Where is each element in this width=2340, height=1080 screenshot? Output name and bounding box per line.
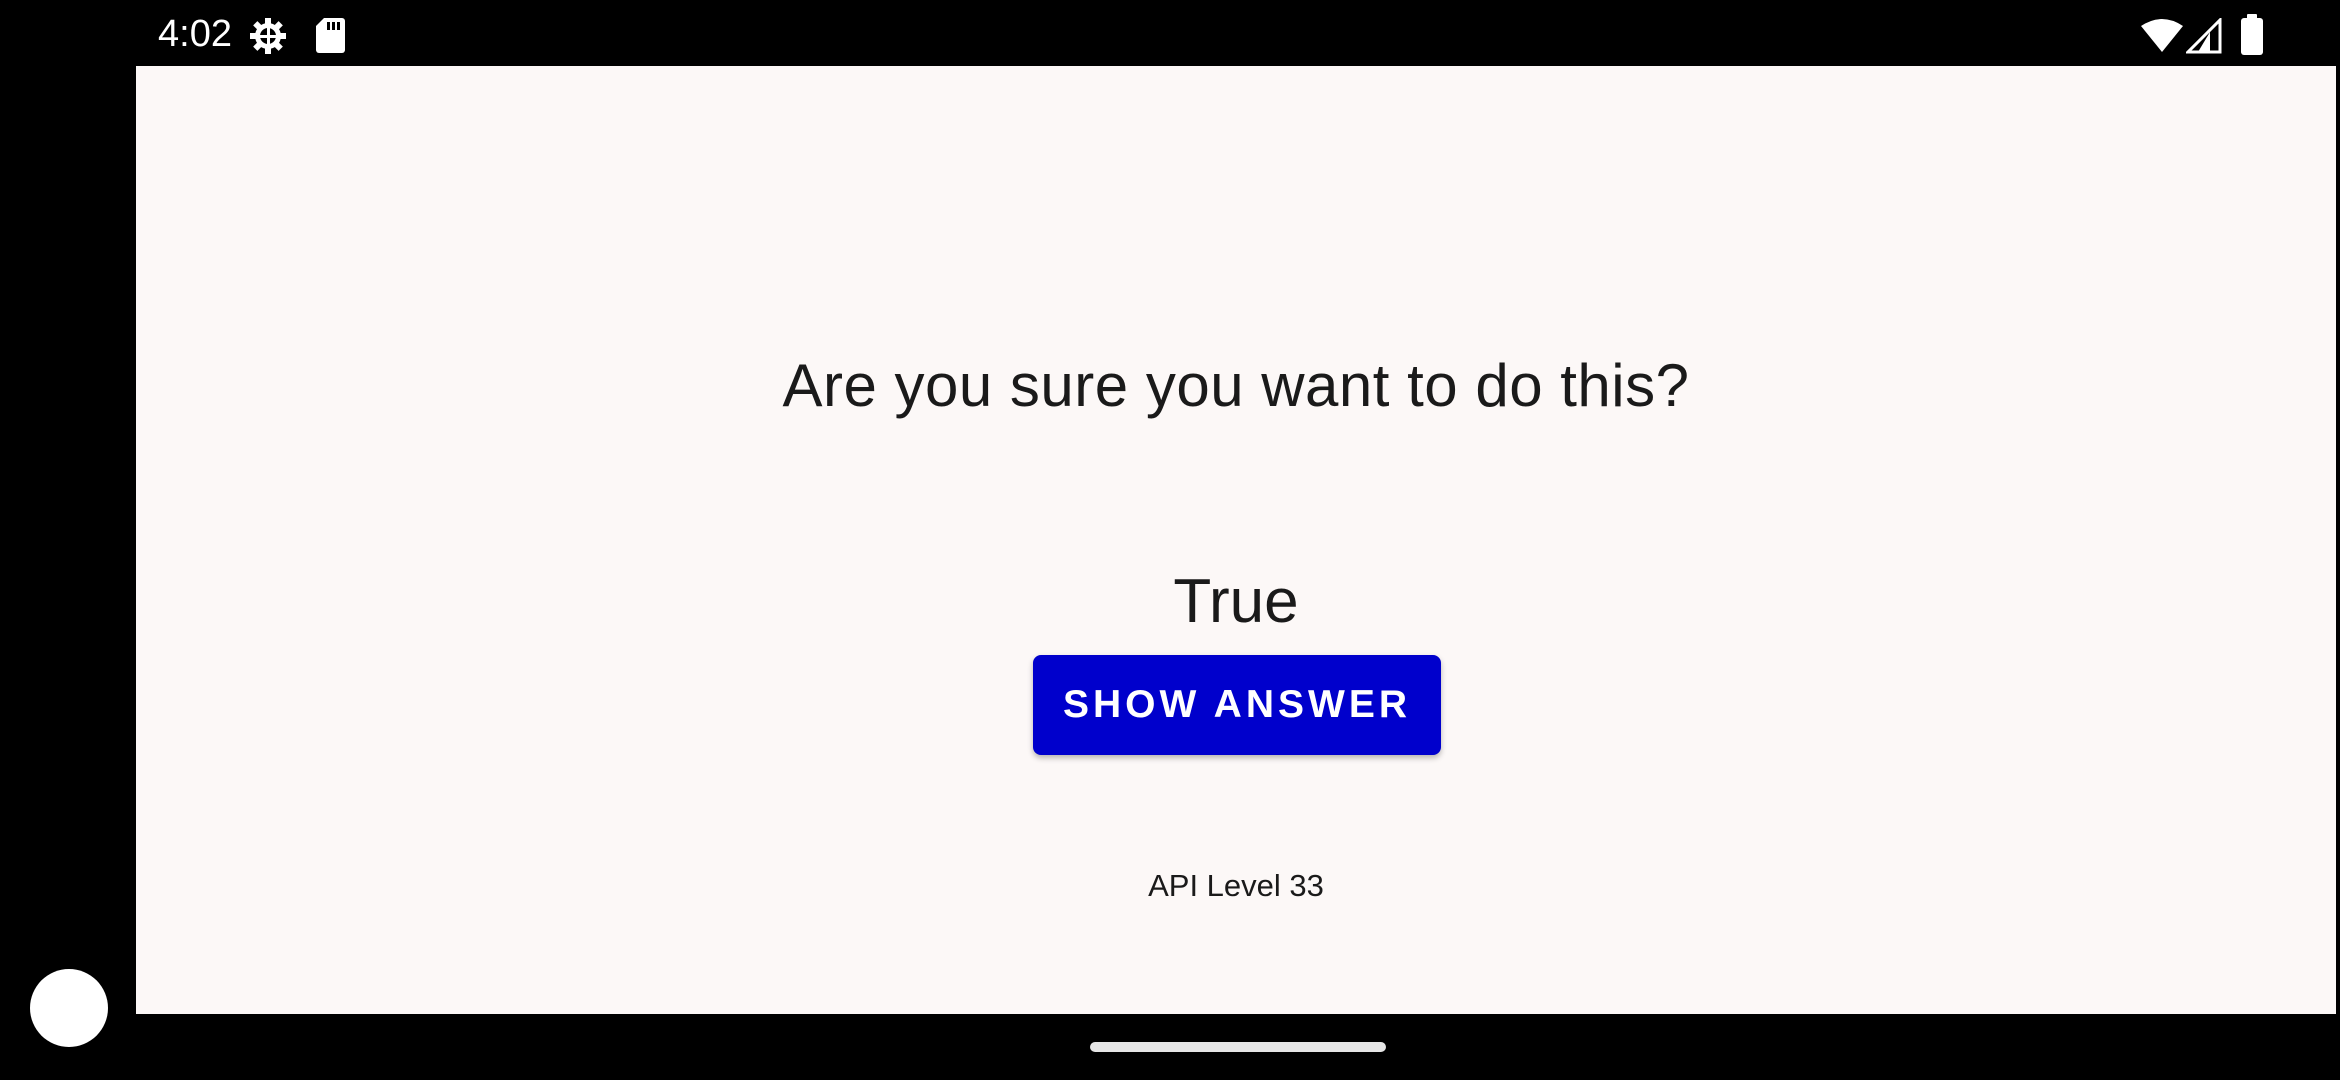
home-gesture-bar[interactable] bbox=[1090, 1042, 1386, 1052]
status-bar: 4:02 bbox=[0, 0, 2340, 66]
wifi-icon bbox=[2141, 19, 2183, 52]
settings-gear-icon bbox=[250, 18, 286, 54]
device-frame: 4:02 Are you sure you want to do this? T… bbox=[0, 0, 2340, 1080]
sd-card-icon bbox=[316, 18, 345, 53]
cellular-signal-icon bbox=[2186, 18, 2222, 54]
api-level-label: API Level 33 bbox=[1148, 868, 1324, 903]
answer-text: True bbox=[1173, 567, 1299, 636]
show-answer-button[interactable]: SHOW ANSWER bbox=[1033, 655, 1441, 755]
app-screen: Are you sure you want to do this? True S… bbox=[136, 66, 2336, 1014]
battery-icon bbox=[2241, 14, 2263, 55]
question-text: Are you sure you want to do this? bbox=[782, 352, 1690, 419]
status-time: 4:02 bbox=[158, 13, 232, 55]
floating-circle-button[interactable] bbox=[30, 969, 108, 1047]
